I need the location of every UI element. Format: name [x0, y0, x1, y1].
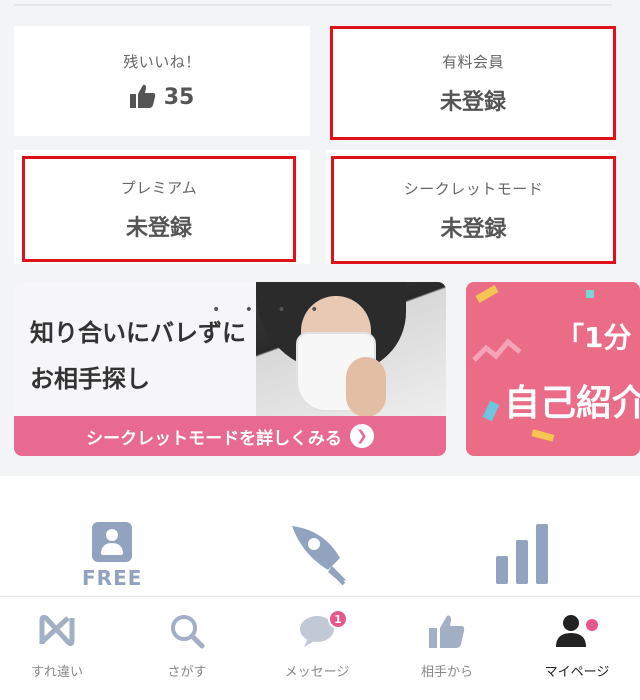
thumbs-up-icon [429, 611, 465, 651]
paid-member-status: 未登録 [439, 89, 506, 115]
tab-mypage[interactable]: マイページ [522, 611, 632, 681]
banner-photo-hand [346, 357, 386, 417]
premium-status: 未登録 [125, 215, 192, 241]
remaining-likes-label: 残いいね！ [123, 52, 201, 71]
search-icon [169, 611, 205, 651]
premium-card[interactable]: プレミアム 未登録 [22, 156, 296, 262]
secret-banner-headline-line2: お相手探し [30, 365, 150, 393]
remaining-likes-card[interactable]: 残いいね！ 35 [14, 26, 310, 136]
thumbs-up-icon [129, 84, 156, 112]
free-label: FREE [82, 566, 143, 590]
tab-likes-label: 相手から [420, 665, 473, 680]
secret-mode-label: シークレットモード [403, 179, 544, 198]
tab-likes-from-others[interactable]: 相手から [392, 611, 502, 681]
boost-feature[interactable] [284, 522, 354, 592]
bottom-tab-bar: すれ違い さがす 1 メッセージ 相手から マイページ [0, 596, 640, 700]
message-badge: 1 [328, 609, 348, 629]
self-intro-banner[interactable]: 「1分 自己紹介 [466, 282, 640, 456]
feature-row: FREE [0, 476, 640, 600]
chevron-right-icon: ❯ [349, 424, 374, 448]
tab-passing-label: すれ違い [30, 665, 83, 680]
secret-banner-headline-line1: 知り合いにバレずに [30, 319, 246, 347]
tab-messages[interactable]: 1 メッセージ [262, 609, 372, 681]
remaining-likes-count: 35 [163, 85, 195, 110]
secret-mode-details-label: シークレットモードを詳しくみる [86, 428, 342, 449]
confetti-decoration [472, 285, 594, 442]
tab-messages-label: メッセージ [284, 665, 350, 680]
secret-mode-status: 未登録 [440, 216, 507, 242]
message-icon: 1 [298, 609, 348, 651]
tab-mypage-label: マイページ [544, 665, 610, 680]
profile-icon [92, 522, 132, 562]
rocket-icon [292, 526, 346, 586]
secret-mode-card[interactable]: シークレットモード 未登録 [331, 156, 616, 264]
self-intro-banner-line1: 「1分 [556, 321, 632, 354]
tab-passing[interactable]: すれ違い [2, 611, 112, 681]
passing-icon [38, 611, 76, 651]
self-intro-banner-line2: 自己紹介 [504, 383, 640, 424]
tab-search-label: さがす [167, 665, 207, 680]
free-feature[interactable]: FREE [82, 522, 142, 592]
secret-mode-banner[interactable]: • • • • 知り合いにバレずに お相手探し シークレットモードを詳しくみる … [14, 282, 446, 456]
premium-label: プレミアム [120, 178, 198, 197]
tab-search[interactable]: さがす [132, 611, 242, 681]
stats-feature[interactable] [490, 522, 560, 592]
bar-chart-icon [496, 524, 548, 584]
secret-banner-headline: 知り合いにバレずに お相手探し [30, 310, 246, 402]
secret-mode-details-button[interactable]: シークレットモードを詳しくみる ❯ [14, 416, 446, 456]
mypage-icon [554, 611, 600, 651]
paid-member-card[interactable]: 有料会員 未登録 [330, 26, 616, 140]
top-divider [14, 0, 612, 6]
paid-member-label: 有料会員 [441, 52, 504, 71]
